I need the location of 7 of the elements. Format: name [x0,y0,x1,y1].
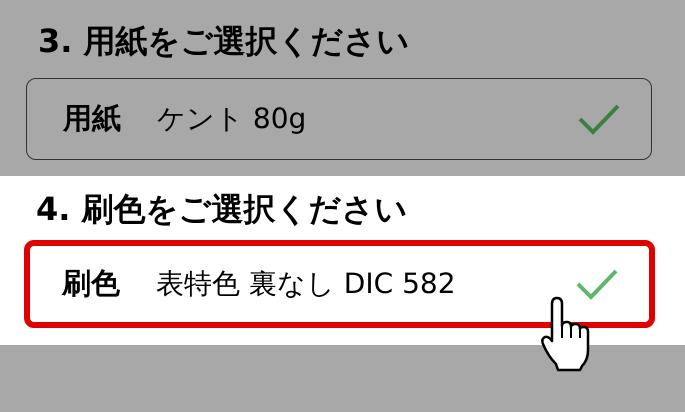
field-value: ケント 80g [157,101,308,137]
step-heading: 3. 用紙をご選択ください [38,22,411,60]
selection-field[interactable]: 用紙 ケント 80g [26,78,652,160]
field-label: 用紙 [63,100,121,137]
field-value: 表特色 裏なし DIC 582 [156,266,457,302]
step-heading: 4. 刷色をご選択ください [36,190,409,228]
field-label: 刷色 [62,265,120,302]
